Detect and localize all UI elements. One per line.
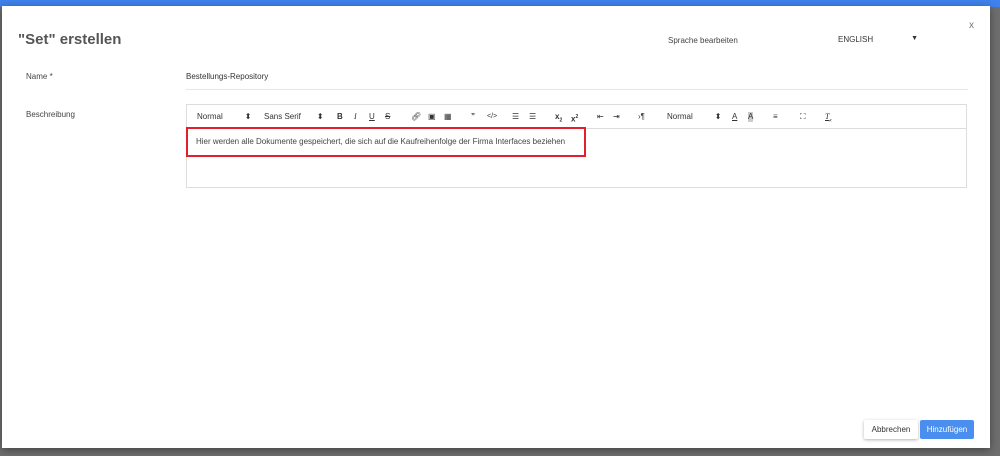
subscript-icon[interactable]: x2 xyxy=(555,112,562,126)
close-button[interactable]: x xyxy=(969,20,974,31)
add-button[interactable]: Hinzufügen xyxy=(920,420,974,439)
link-icon[interactable]: 🔗︎ xyxy=(411,112,421,122)
dialog-title: "Set" erstellen xyxy=(18,31,122,48)
align-icon[interactable]: ≡ xyxy=(773,112,778,122)
select-arrows-icon: ⬍ xyxy=(244,112,252,121)
select-arrows-icon: ⬍ xyxy=(316,112,324,121)
fullscreen-icon[interactable]: ⛶ xyxy=(800,112,806,122)
indent-icon[interactable]: ⇥ xyxy=(613,112,620,122)
code-block-icon[interactable]: </> xyxy=(487,112,497,122)
language-label: Sprache bearbeiten xyxy=(668,36,738,45)
italic-icon[interactable]: I xyxy=(354,112,357,122)
language-value: ENGLISH xyxy=(838,35,874,44)
video-icon[interactable]: ▦ xyxy=(444,112,452,122)
ordered-list-icon[interactable]: ☰ xyxy=(512,112,519,122)
create-set-dialog: x "Set" erstellen Sprache bearbeiten ENG… xyxy=(2,6,990,448)
language-select[interactable]: ENGLISH ▼ xyxy=(838,35,918,44)
cancel-button[interactable]: Abbrechen xyxy=(864,420,918,439)
font-value: Sans Serif xyxy=(264,112,301,121)
name-label: Name * xyxy=(26,72,53,81)
name-input[interactable]: Bestellungs-Repository xyxy=(186,70,968,90)
description-label: Beschreibung xyxy=(26,110,75,119)
bullet-list-icon[interactable]: ☰ xyxy=(529,112,536,122)
strikethrough-icon[interactable]: S xyxy=(385,112,390,122)
text-color-icon[interactable]: A xyxy=(732,112,737,122)
size-value: Normal xyxy=(667,112,693,121)
underline-icon[interactable]: U xyxy=(369,112,375,122)
chevron-down-icon: ▼ xyxy=(911,35,918,42)
font-select[interactable]: Sans Serif ⬍ xyxy=(264,112,324,122)
text-direction-icon[interactable]: ›¶ xyxy=(638,112,645,122)
size-select[interactable]: Normal ⬍ xyxy=(667,112,721,122)
heading-select[interactable]: Normal ⬍ xyxy=(197,112,251,122)
bold-icon[interactable]: B xyxy=(337,112,343,122)
superscript-icon[interactable]: x2 xyxy=(571,112,578,125)
blockquote-icon[interactable]: ” xyxy=(471,112,475,122)
select-arrows-icon: ⬍ xyxy=(714,112,722,121)
clear-format-icon[interactable]: Tx xyxy=(825,112,832,127)
outdent-icon[interactable]: ⇤ xyxy=(597,112,604,122)
background-color-icon[interactable]: A xyxy=(748,112,754,122)
image-icon[interactable]: ▣ xyxy=(428,112,436,122)
editor-toolbar: Normal ⬍ Sans Serif ⬍ B I U S 🔗︎ ▣ ▦ ” </>… xyxy=(187,105,966,129)
description-text[interactable]: Hier werden alle Dokumente gespeichert, … xyxy=(196,137,565,146)
heading-value: Normal xyxy=(197,112,223,121)
